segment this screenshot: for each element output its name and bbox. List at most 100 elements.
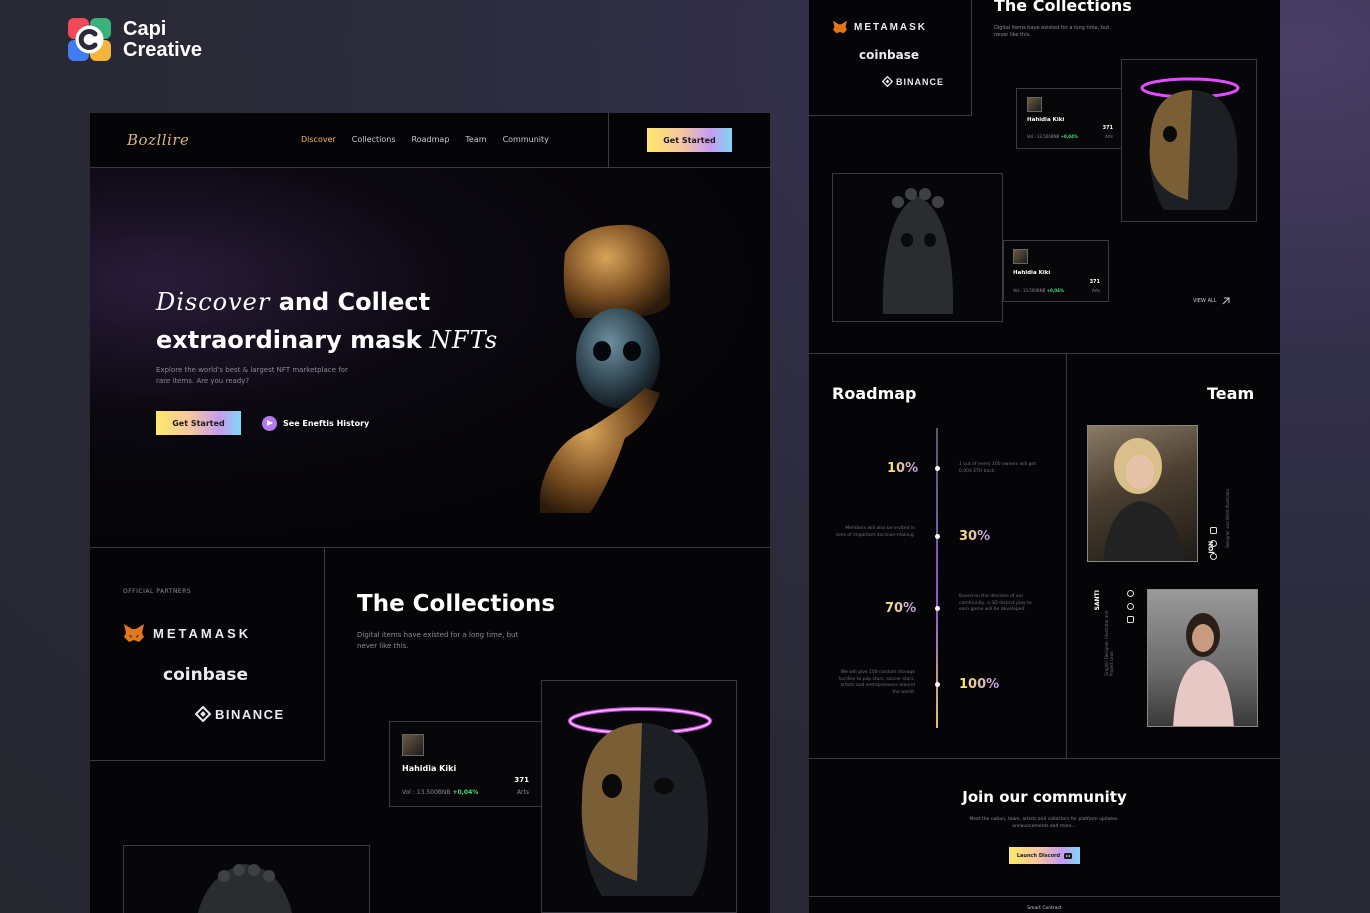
nft-unit: Arts <box>1091 288 1100 293</box>
launch-discord-label: Launch Discord <box>1016 852 1061 859</box>
section-divider <box>809 896 1280 897</box>
nav-get-started-button[interactable]: Get Started <box>647 128 732 152</box>
metamask-label-small: METAMASK <box>854 21 928 33</box>
view-all-label: VIEW ALL <box>1193 298 1217 304</box>
roadmap-text-100: We will give 100 random storage hurdles … <box>838 670 915 695</box>
halo-mask-artwork <box>1140 77 1240 210</box>
team-member-photo-santi <box>1147 589 1258 727</box>
hero-section: Discover and Collect extraordinary mask … <box>90 168 770 548</box>
nft-info-card-small-1[interactable]: Hahidia Kiki Vol : 13.500BNB +0,04% 371 … <box>1016 88 1122 149</box>
roadmap-text-70: Based on the decision of our community, … <box>959 594 1032 612</box>
nft-volume: Vol : 13.500BNB +0,04% <box>402 789 478 796</box>
binance-label: BINANCE <box>215 706 285 722</box>
roadmap-dot <box>935 466 940 471</box>
hero-mask-artwork <box>520 223 700 513</box>
nft-unit: Arts <box>1104 134 1113 139</box>
binance-diamond-icon <box>882 76 893 87</box>
binance-logo[interactable]: BINANCE <box>195 706 285 722</box>
roadmap-title: Roadmap <box>832 384 917 403</box>
play-icon <box>262 416 277 431</box>
official-partners-panel-small: METAMASK coinbase BINANCE <box>809 0 972 116</box>
binance-label-small: BINANCE <box>896 76 945 87</box>
partners-label: OFFICIAL PARTNERS <box>123 588 192 595</box>
team-member-photo-jon <box>1087 425 1198 562</box>
see-history-link[interactable]: See Eneftis History <box>262 416 369 431</box>
nav-links: Discover Collections Roadmap Team Commun… <box>301 135 549 144</box>
arrow-up-right-icon <box>1222 297 1230 305</box>
social-icon[interactable] <box>1210 540 1217 547</box>
nft-count: 371 <box>1089 279 1100 285</box>
collections-title: The Collections <box>357 591 556 617</box>
see-history-label: See Eneftis History <box>283 419 370 428</box>
metamask-fox-icon <box>124 624 144 642</box>
coinbase-logo-small[interactable]: coinbase <box>859 48 919 62</box>
nft-volume: Vol : 13.500BNB +0,04% <box>1027 134 1078 139</box>
collections-subtitle-small: Digital items have existed for a long ti… <box>994 25 1110 38</box>
nft-name: Hahidia Kiki <box>402 764 457 773</box>
coinbase-logo[interactable]: coinbase <box>163 665 248 685</box>
view-all-link[interactable]: VIEW ALL <box>1193 296 1231 306</box>
binance-diamond-icon <box>195 706 211 722</box>
roadmap-percent-30: 30% <box>959 529 991 544</box>
nft-volume-value: Vol : 13.500BNB <box>1013 288 1046 293</box>
nav-link-roadmap[interactable]: Roadmap <box>412 135 450 144</box>
capi-logo-icon <box>68 18 111 61</box>
nft-change: +0,04% <box>1060 134 1078 139</box>
official-partners-panel: OFFICIAL PARTNERS METAMASK coinbase BINA… <box>90 548 325 761</box>
binance-logo-small[interactable]: BINANCE <box>882 76 944 87</box>
social-icon[interactable] <box>1127 603 1134 610</box>
section-divider <box>809 758 1280 759</box>
bust-artwork <box>197 864 293 913</box>
social-icon[interactable] <box>1210 553 1217 560</box>
hero-title-part-2: extraordinary mask <box>156 326 430 354</box>
brand-name-line1: Capi <box>123 17 167 40</box>
community-title: Join our community <box>962 788 1127 806</box>
nft-info-card-small-2[interactable]: Hahidia Kiki Vol : 13.500BNB +0,04% 371 … <box>1003 240 1109 302</box>
nft-volume-value: Vol : 13.500BNB <box>1027 134 1060 139</box>
metamask-fox-icon <box>833 20 847 34</box>
nft-thumbnail <box>402 734 424 756</box>
metamask-logo[interactable]: METAMASK <box>123 623 251 643</box>
top-nav: Bozllire Discover Collections Roadmap Te… <box>90 113 770 168</box>
team-title: Team <box>1207 384 1255 403</box>
hero-title-script-2: NFTs <box>429 326 499 354</box>
nav-link-collections[interactable]: Collections <box>352 135 396 144</box>
social-icon[interactable] <box>1210 527 1217 534</box>
bust-artwork <box>882 188 954 314</box>
team-member-role-jon: Designer and Artist Illustrator <box>1225 488 1230 548</box>
column-divider <box>1066 353 1067 758</box>
nft-unit: Arts <box>516 789 529 796</box>
nft-volume-value: Vol : 13.500BNB <box>402 789 451 796</box>
nft-thumbnail <box>1013 249 1028 264</box>
collections-subtitle: Digital items have existed for a long ti… <box>357 631 519 650</box>
roadmap-text-10: 1 out of every 100 owners will get 0,004… <box>959 462 1036 474</box>
nav-link-community[interactable]: Community <box>503 135 549 144</box>
nft-image-card-partial[interactable] <box>123 845 370 913</box>
launch-discord-button[interactable]: Launch Discord <box>1009 847 1080 864</box>
landing-page-preview-continued: METAMASK coinbase BINANCE The Collection… <box>809 0 1280 913</box>
smart-contract-heading: Smart Contract <box>1027 906 1062 911</box>
social-icon[interactable] <box>1127 590 1134 597</box>
nft-thumbnail <box>1027 97 1042 112</box>
landing-page-preview: Bozllire Discover Collections Roadmap Te… <box>90 113 770 913</box>
roadmap-dot <box>935 682 940 687</box>
roadmap-dot <box>935 606 940 611</box>
nft-info-card[interactable]: Hahidia Kiki Vol : 13.500BNB +0,04% 371 … <box>389 721 542 807</box>
roadmap-text-30: Members will also be invited in tons of … <box>836 526 915 538</box>
nft-image-card-bust[interactable] <box>832 173 1003 322</box>
roadmap-percent-10: 10% <box>887 461 919 476</box>
nft-count: 371 <box>514 776 529 784</box>
social-icon[interactable] <box>1127 616 1134 623</box>
nav-link-discover[interactable]: Discover <box>301 135 336 144</box>
nft-image-card-small[interactable] <box>1121 59 1257 222</box>
nav-link-team[interactable]: Team <box>465 135 486 144</box>
nft-image-card[interactable] <box>541 680 737 913</box>
site-logo[interactable]: Bozllire <box>127 131 189 149</box>
metamask-logo-small[interactable]: METAMASK <box>832 20 927 34</box>
community-subtitle: Meet the nation, team, artists and colle… <box>969 817 1119 829</box>
team-member-name-santi: SANTI <box>1094 590 1101 611</box>
team-member-role-santi: Graphic Designer, Illustrator and Projec… <box>1104 610 1114 676</box>
nft-name: Hahidia Kiki <box>1013 270 1051 276</box>
hero-get-started-button[interactable]: Get Started <box>156 411 241 435</box>
hero-title-part-1: and Collect <box>270 288 431 316</box>
